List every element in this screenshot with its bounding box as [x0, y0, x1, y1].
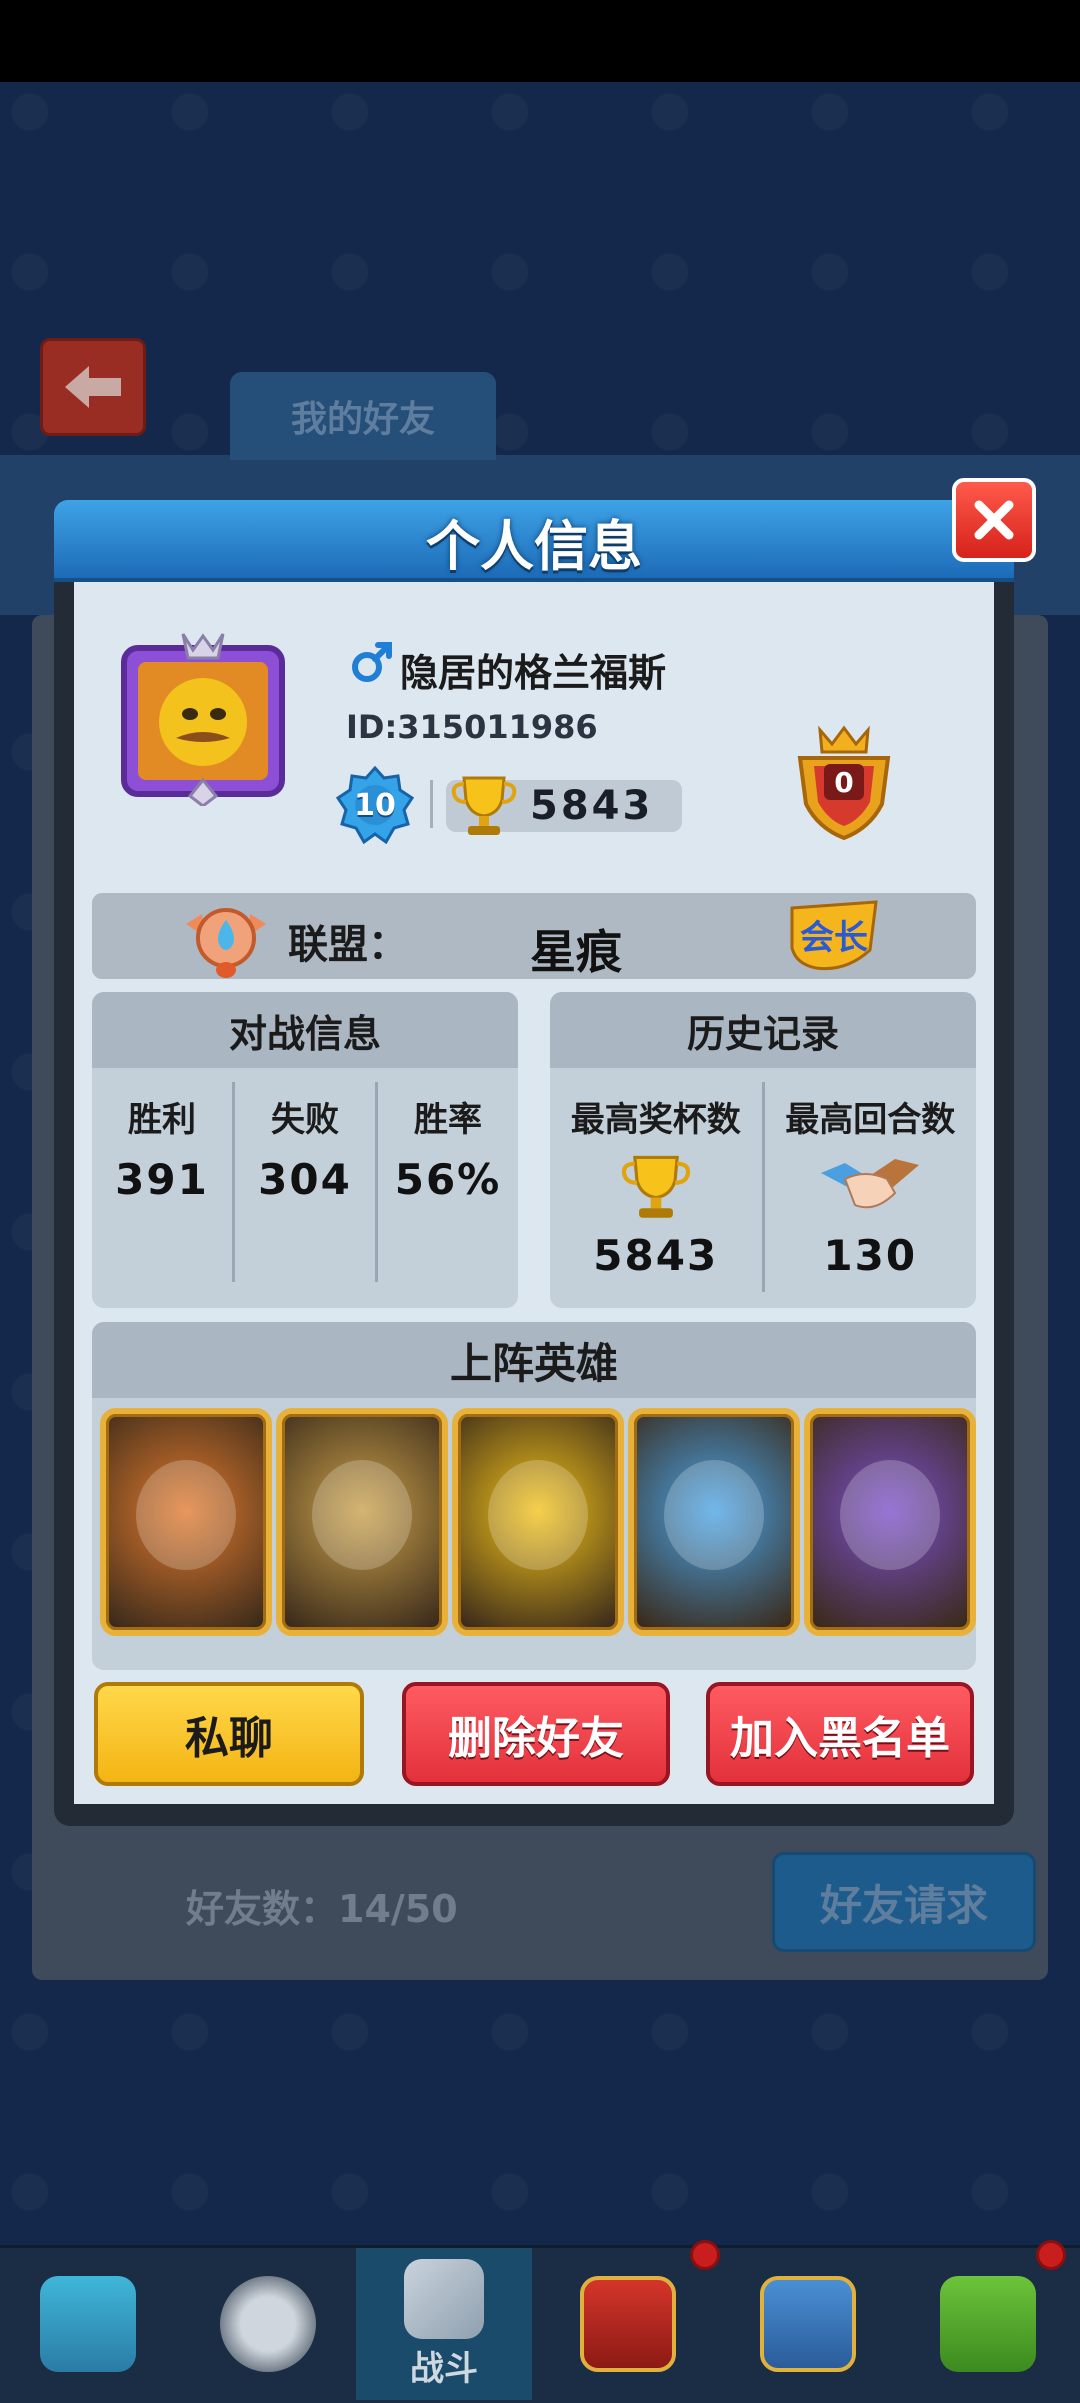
divider	[430, 780, 433, 828]
nav-garden[interactable]	[900, 2248, 1076, 2400]
history-panel: 历史记录 最高奖杯数 5843 最高回合数 130	[550, 992, 976, 1308]
stat-value: 130	[823, 1231, 918, 1280]
avatar[interactable]	[118, 630, 288, 806]
rank-value: 0	[834, 765, 854, 799]
alliance-emblem-icon	[186, 908, 266, 978]
hero-portrait	[136, 1460, 236, 1570]
stat-label: 最高回合数	[785, 1100, 956, 1140]
clown-hero[interactable]	[628, 1408, 800, 1636]
stat-label: 最高奖杯数	[570, 1100, 741, 1140]
close-icon	[974, 500, 1014, 540]
history-title: 历史记录	[550, 992, 976, 1068]
close-button[interactable]	[952, 478, 1036, 562]
stat-label: 失败	[271, 1100, 339, 1140]
player-level: 10	[354, 787, 396, 823]
nav-shop[interactable]	[0, 2248, 176, 2400]
handshake-icon	[821, 1159, 920, 1209]
male-gender-icon	[352, 642, 392, 682]
private-chat-button[interactable]: 私聊	[94, 1682, 364, 1786]
hero-portrait	[840, 1460, 940, 1570]
stat-value: 5843	[593, 1231, 719, 1280]
notification-dot	[1036, 2240, 1066, 2270]
wood-warrior-hero[interactable]	[276, 1408, 448, 1636]
battle-info-panel: 对战信息 胜利 391 失败 304 胜率 56%	[92, 992, 518, 1308]
add-to-blacklist-button[interactable]: 加入黑名单	[706, 1682, 974, 1786]
sprout-icon	[940, 2276, 1036, 2372]
knight-helmet-icon	[220, 2276, 316, 2372]
chef-duck-hero[interactable]	[452, 1408, 624, 1636]
leader-badge: 会长	[786, 898, 882, 974]
stat-winrate: 胜率 56%	[378, 1082, 518, 1282]
hero-portrait	[312, 1460, 412, 1570]
alliance-banner-icon	[760, 2276, 856, 2372]
notification-dot	[690, 2240, 720, 2270]
status-bar	[0, 0, 1080, 82]
dark-mage-hero[interactable]	[804, 1408, 976, 1636]
stat-wins: 胜利 391	[92, 1082, 232, 1282]
crown-shield-icon	[580, 2276, 676, 2372]
hero-portrait	[664, 1460, 764, 1570]
nav-ranking[interactable]	[540, 2248, 716, 2400]
friend-request-button[interactable]: 好友请求	[772, 1852, 1036, 1952]
trophy-icon	[451, 776, 517, 835]
hero-portrait	[488, 1460, 588, 1570]
trophy-count: 5843	[530, 783, 654, 829]
alliance-label: 联盟：	[288, 922, 408, 968]
stat-value: 391	[115, 1155, 209, 1204]
nav-heroes[interactable]	[180, 2248, 356, 2400]
nav-battle-label: 战斗	[410, 2348, 478, 2389]
nav-battle[interactable]: 战斗	[356, 2248, 532, 2400]
treasure-chest-icon	[40, 2276, 136, 2372]
alliance-name[interactable]: 星痕	[530, 916, 622, 982]
stat-value: 304	[258, 1155, 352, 1204]
player-id: ID:315011986	[346, 708, 598, 746]
stat-label: 胜率	[414, 1100, 482, 1140]
friend-count-label: 好友数：14/50	[186, 1887, 458, 1931]
leader-badge-label: 会长	[800, 918, 868, 958]
tab-my-friends[interactable]: 我的好友	[230, 372, 496, 460]
nav-alliance[interactable]	[720, 2248, 896, 2400]
stat-label: 胜利	[128, 1100, 196, 1140]
arrow-left-icon	[65, 366, 121, 408]
back-button[interactable]	[40, 338, 146, 436]
stat-max-trophies: 最高奖杯数 5843	[550, 1082, 762, 1292]
dialog-title: 个人信息	[426, 514, 642, 578]
stat-max-rounds: 最高回合数 130	[765, 1082, 977, 1292]
player-name: 隐居的格兰福斯	[400, 651, 667, 695]
trophy-icon	[621, 1155, 690, 1218]
crossed-swords-icon	[404, 2258, 484, 2339]
stat-losses: 失败 304	[235, 1082, 375, 1282]
stat-value: 56%	[394, 1155, 502, 1204]
monkey-king-hero[interactable]	[100, 1408, 272, 1636]
heroes-title: 上阵英雄	[92, 1322, 976, 1398]
battle-info-title: 对战信息	[92, 992, 518, 1068]
delete-friend-button[interactable]: 删除好友	[402, 1682, 670, 1786]
